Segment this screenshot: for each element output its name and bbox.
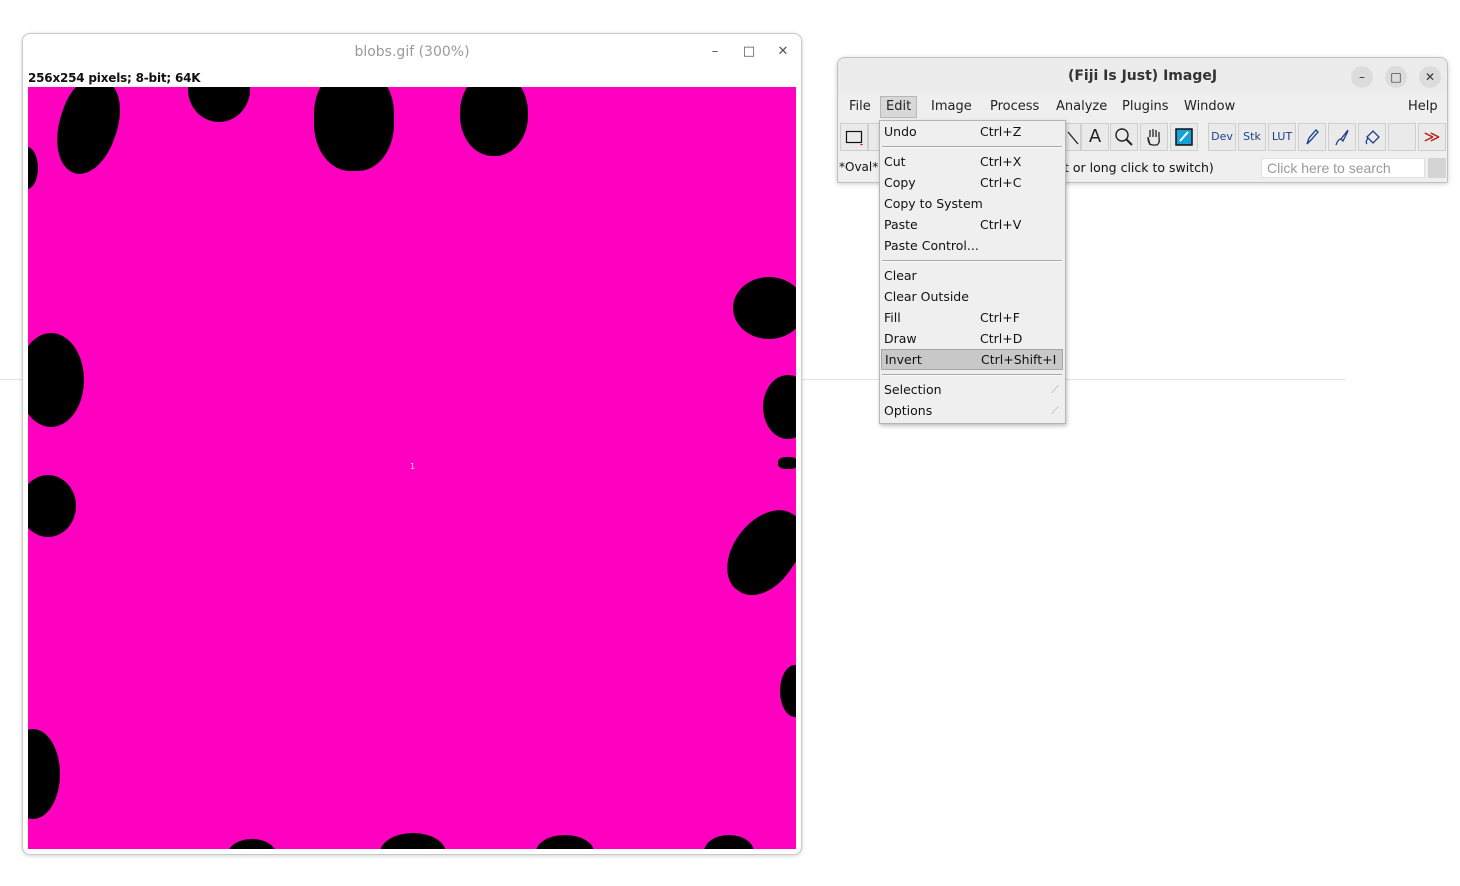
text-tool-icon[interactable]: A	[1081, 123, 1109, 151]
blob	[780, 665, 796, 717]
blob	[536, 835, 594, 849]
canvas-mark: 1	[410, 462, 416, 471]
maximize-button[interactable]: □	[1385, 66, 1407, 88]
image-window[interactable]: blobs.gif (300%) – □ ✕ 256x254 pixels; 8…	[22, 33, 802, 855]
menu-item-copy[interactable]: Copy Ctrl+C	[881, 172, 1063, 193]
pencil-icon	[1306, 129, 1319, 145]
status-tool: *Oval*	[839, 160, 879, 174]
menu-separator	[882, 146, 1062, 148]
menu-separator	[882, 260, 1062, 262]
menu-plugins[interactable]: Plugins	[1117, 96, 1174, 118]
hand-icon[interactable]	[1140, 123, 1168, 151]
menu-item-clear[interactable]: Clear	[881, 265, 1063, 286]
menu-item-copy-to-system[interactable]: Copy to System	[881, 193, 1063, 214]
menu-item-cut[interactable]: Cut Ctrl+X	[881, 151, 1063, 172]
menu-item-paste[interactable]: Paste Ctrl+V	[881, 214, 1063, 235]
menu-process[interactable]: Process	[985, 96, 1044, 118]
pencil-icon[interactable]	[1298, 123, 1326, 151]
hand-icon	[1147, 129, 1160, 146]
blob	[228, 839, 276, 849]
blob	[380, 833, 446, 849]
minimize-button[interactable]: –	[706, 43, 724, 61]
blob	[28, 147, 38, 189]
menubar: File Edit Image Process Analyze Plugins …	[838, 96, 1447, 118]
flood-fill-icon	[1365, 130, 1380, 145]
magnifier-icon	[1115, 128, 1133, 146]
blob	[314, 87, 394, 171]
minimize-button[interactable]: –	[1351, 66, 1373, 88]
brush-icon	[1335, 129, 1349, 146]
menu-item-fill[interactable]: Fill Ctrl+F	[881, 307, 1063, 328]
close-button[interactable]: ✕	[1419, 66, 1441, 88]
flood-fill-icon[interactable]	[1358, 123, 1386, 151]
image-window-titlebar[interactable]: blobs.gif (300%) – □ ✕	[23, 34, 801, 71]
edit-menu-dropdown: Undo Ctrl+Z Cut Ctrl+X Copy Ctrl+C Copy …	[879, 120, 1066, 424]
blob	[733, 277, 796, 339]
menu-item-undo[interactable]: Undo Ctrl+Z	[881, 121, 1063, 142]
image-window-title: blobs.gif (300%)	[354, 44, 470, 60]
stk-menu-button[interactable]: Stk	[1238, 123, 1266, 151]
image-info: 256x254 pixels; 8-bit; 64K	[28, 71, 201, 85]
menu-item-selection[interactable]: Selection ⟋	[881, 379, 1063, 400]
blob	[460, 87, 528, 156]
menu-item-clear-outside[interactable]: Clear Outside	[881, 286, 1063, 307]
blob	[28, 475, 76, 537]
image-canvas[interactable]: 1	[28, 87, 796, 849]
rectangle-icon	[845, 130, 863, 146]
line-icon	[1067, 131, 1079, 145]
blob	[704, 835, 754, 849]
dev-menu-button[interactable]: Dev	[1208, 123, 1236, 151]
close-button[interactable]: ✕	[774, 43, 792, 61]
magnifier-icon[interactable]	[1110, 123, 1138, 151]
menu-image[interactable]: Image	[926, 96, 977, 118]
rectangle-icon[interactable]	[840, 123, 868, 151]
menu-file[interactable]: File	[844, 96, 876, 118]
submenu-arrow-icon: ⟋	[1051, 404, 1059, 417]
menu-edit[interactable]: Edit	[880, 96, 918, 118]
blob	[43, 87, 133, 182]
menu-analyze[interactable]: Analyze	[1051, 96, 1112, 118]
more-tools-button[interactable]: ≫	[1418, 123, 1446, 151]
maximize-button[interactable]: □	[740, 43, 758, 61]
line-icon[interactable]	[1065, 123, 1081, 151]
blob	[712, 495, 796, 609]
menu-item-invert[interactable]: Invert Ctrl+Shift+I	[881, 349, 1063, 370]
menu-item-options[interactable]: Options ⟋	[881, 400, 1063, 421]
menu-item-paste-control[interactable]: Paste Control...	[881, 235, 1063, 256]
submenu-arrow-icon: ⟋	[1051, 383, 1059, 396]
blob	[28, 729, 60, 819]
color-picker-icon	[1175, 128, 1193, 146]
blob	[28, 333, 84, 427]
status-hint: t or long click to switch)	[1064, 160, 1214, 175]
blob	[763, 375, 796, 439]
lut-menu-button[interactable]: LUT	[1268, 123, 1296, 151]
menu-item-draw[interactable]: Draw Ctrl+D	[881, 328, 1063, 349]
search-options-button[interactable]	[1428, 158, 1446, 178]
empty-tool-slot[interactable]	[1388, 123, 1416, 151]
color-picker-icon[interactable]	[1170, 123, 1198, 151]
blob	[188, 87, 250, 122]
blob	[778, 457, 796, 469]
menu-separator	[882, 374, 1062, 376]
menu-window[interactable]: Window	[1179, 96, 1240, 118]
imagej-titlebar[interactable]: (Fiji Is Just) ImageJ – □ ✕	[838, 58, 1447, 94]
search-input[interactable]: Click here to search	[1261, 158, 1425, 178]
menu-help[interactable]: Help	[1403, 96, 1443, 118]
brush-icon[interactable]	[1328, 123, 1356, 151]
